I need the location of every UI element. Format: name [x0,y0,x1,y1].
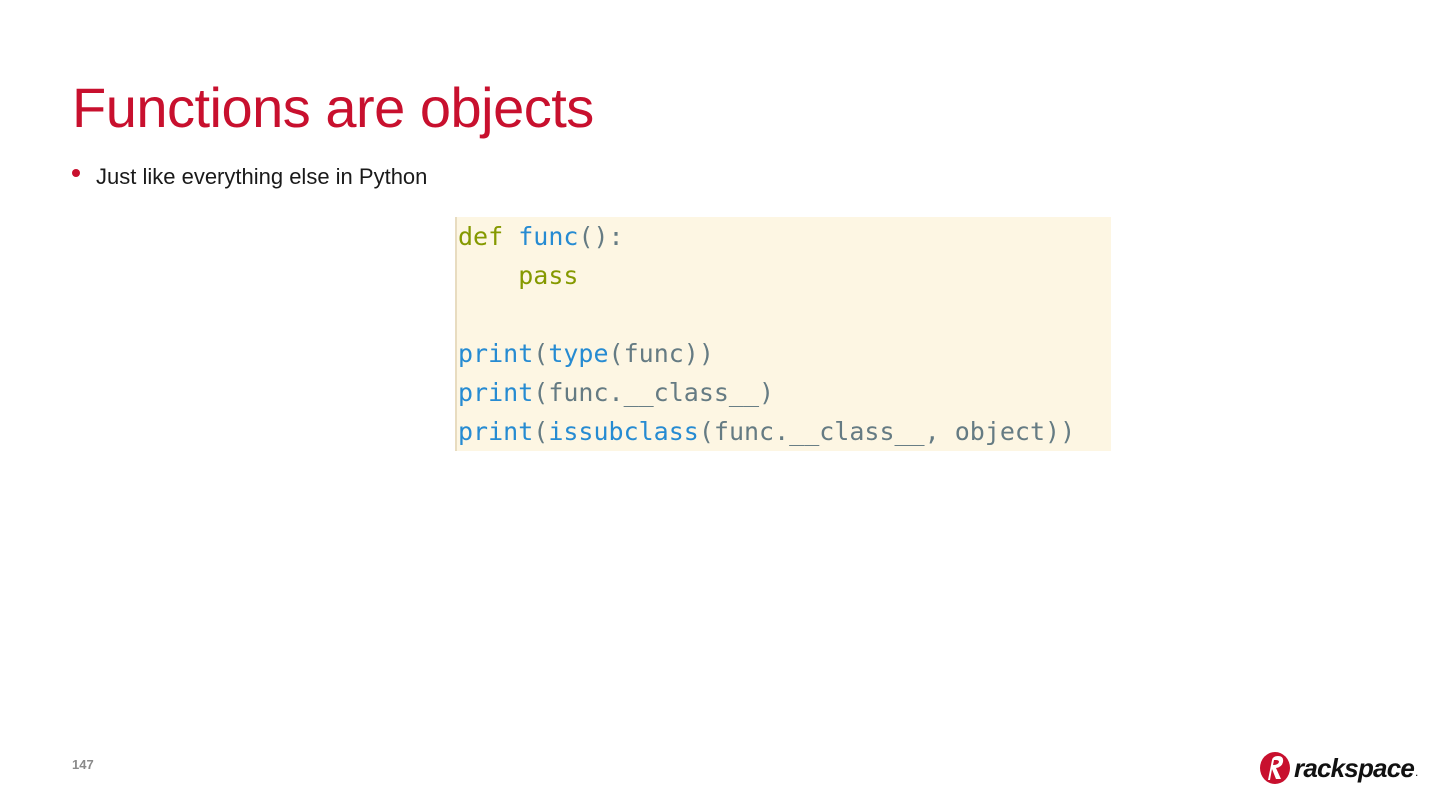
bullet-text: Just like everything else in Python [96,164,428,189]
code-token: (func.__class__) [533,378,775,407]
code-token: (func.__class__, object)) [698,417,1076,446]
code-token: func [518,222,579,251]
logo-text: rackspace [1294,752,1415,783]
code-token: pass [518,261,579,290]
page-number: 147 [72,757,94,772]
code-token: issubclass [548,417,699,446]
code-block: def func(): pass print(type(func)) print(… [455,217,1111,451]
code-token: ( [533,339,549,368]
rackspace-logo-icon [1260,752,1290,784]
code-token: print [458,417,534,446]
code-line: def func(): [457,217,1111,256]
code-token: def [458,222,504,251]
code-line: print(type(func)) [457,334,1111,373]
code-line: print(issubclass(func.__class__, object)… [457,412,1111,451]
code-token: ( [533,417,549,446]
code-token: print [458,378,534,407]
logo-registered-dot: . [1415,765,1419,779]
code-token: (func)) [608,339,714,368]
slide-title: Functions are objects [72,76,594,139]
bullet-item: Just like everything else in Python [72,162,427,192]
rackspace-logo: rackspace . [1258,748,1418,788]
code-token: type [548,339,609,368]
code-line: print(func.__class__) [457,373,1111,412]
slide: Functions are objects Just like everythi… [0,0,1440,810]
bullet-dot-icon [72,169,80,177]
code-token: (): [578,222,624,251]
code-line: pass [457,256,1111,295]
code-token: print [458,339,534,368]
